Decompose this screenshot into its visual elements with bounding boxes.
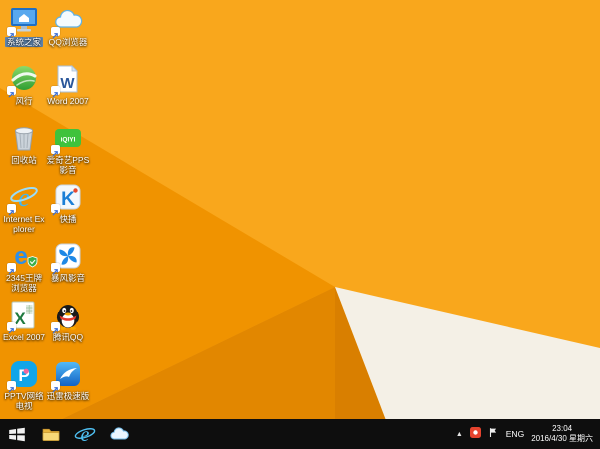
shortcut-arrow-icon <box>7 322 16 334</box>
clock-time: 23:04 <box>552 423 573 433</box>
svg-text:K: K <box>61 189 75 210</box>
tray-icon-security[interactable] <box>469 425 481 443</box>
flag-icon <box>489 428 496 437</box>
desktop-icon-grid: 系统之家 风行 回收站 e Internet Explorer e 2345王牌… <box>2 4 90 417</box>
taskbar-qq-browser[interactable] <box>102 419 136 449</box>
shortcut-arrow-icon <box>7 381 16 393</box>
shortcut-arrow-icon <box>51 27 60 39</box>
taskbar-file-explorer[interactable] <box>34 419 68 449</box>
desktop-icon-system-home[interactable]: 系统之家 <box>2 4 46 63</box>
icon-label: 风行 <box>15 96 33 106</box>
show-hidden-icons-button[interactable]: ▲ <box>456 431 463 438</box>
icon-label: Internet Explorer <box>3 214 45 235</box>
system-tray: ▲ ENG 23:04 2016/4/30 星期六 <box>456 419 600 449</box>
shortcut-arrow-icon <box>51 263 60 275</box>
desktop-icon-kuaibo[interactable]: K 快播 <box>46 181 90 240</box>
shortcut-arrow-icon <box>7 86 16 98</box>
svg-text:X: X <box>14 309 26 328</box>
language-indicator[interactable]: ENG <box>506 429 524 439</box>
desktop-icon-browser-2345[interactable]: e 2345王牌浏览器 <box>2 240 46 299</box>
desktop-icon-excel-2007[interactable]: X Excel 2007 <box>2 299 46 358</box>
desktop-icon-pptv[interactable]: P PPTV网络电视 <box>2 358 46 417</box>
desktop-icon-iqiyi-pps[interactable]: iQIYI 爱奇艺PPS影音 <box>46 122 90 181</box>
desktop-icon-qq-browser[interactable]: QQ浏览器 <box>46 4 90 63</box>
svg-text:P: P <box>18 366 29 385</box>
shortcut-arrow-icon <box>51 86 60 98</box>
shortcut-arrow-icon <box>51 322 60 334</box>
start-button[interactable] <box>0 419 34 449</box>
icon-label: 快播 <box>59 214 77 224</box>
file-explorer-folder-icon <box>42 428 60 441</box>
desktop-icon-xunlei[interactable]: 迅雷极速版 <box>46 358 90 417</box>
svg-text:W: W <box>60 75 75 92</box>
desktop-icon-recycle-bin[interactable]: 回收站 <box>2 122 46 181</box>
shortcut-arrow-icon <box>51 204 60 216</box>
desktop-icon-word-2007[interactable]: W Word 2007 <box>46 63 90 122</box>
taskbar: e ▲ ENG 23:04 2016/4/30 星期六 <box>0 419 600 449</box>
desktop-icon-funshion[interactable]: 风行 <box>2 63 46 122</box>
shortcut-arrow-icon <box>7 263 16 275</box>
icon-label: 爱奇艺PPS影音 <box>46 155 90 176</box>
clock[interactable]: 23:04 2016/4/30 星期六 <box>531 424 593 445</box>
clock-date: 2016/4/30 星期六 <box>531 434 593 443</box>
tray-icon-action-center[interactable] <box>488 425 499 443</box>
recycle-bin-icon <box>14 127 34 151</box>
desktop-icon-baofeng[interactable]: 暴风影音 <box>46 240 90 299</box>
windows-logo-icon <box>9 427 25 441</box>
icon-label: PPTV网络电视 <box>4 391 44 412</box>
qq-browser-cloud-icon <box>110 427 129 440</box>
wallpaper <box>0 0 600 449</box>
shortcut-arrow-icon <box>7 27 16 39</box>
taskbar-internet-explorer[interactable]: e <box>68 419 102 449</box>
svg-text:e: e <box>81 424 90 445</box>
icon-label: 回收站 <box>11 155 37 165</box>
icon-label: 2345王牌浏览器 <box>6 273 42 294</box>
shortcut-arrow-icon <box>7 204 16 216</box>
shortcut-arrow-icon <box>51 145 60 157</box>
shortcut-arrow-icon <box>51 381 60 393</box>
svg-text:iQIYI: iQIYI <box>61 137 76 144</box>
desktop: 系统之家 风行 回收站 e Internet Explorer e 2345王牌… <box>0 0 600 449</box>
desktop-icon-tencent-qq[interactable]: 腾讯QQ <box>46 299 90 358</box>
svg-text:e: e <box>14 243 27 270</box>
internet-explorer-icon: e <box>74 424 96 445</box>
desktop-icon-internet-explorer[interactable]: e Internet Explorer <box>2 181 46 240</box>
red-tray-icon <box>469 427 481 438</box>
